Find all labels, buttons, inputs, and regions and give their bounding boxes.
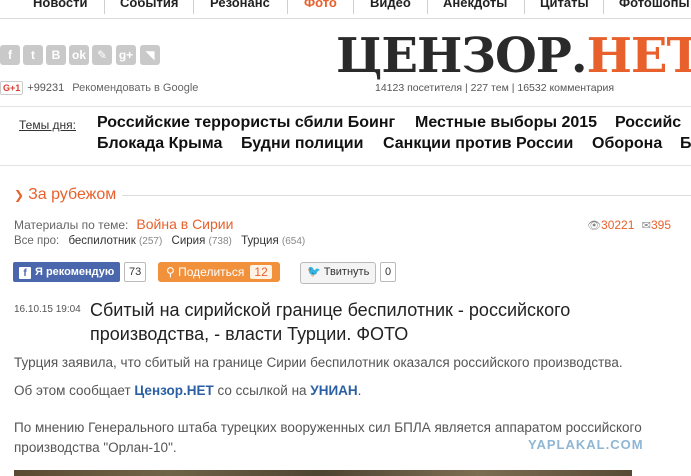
topic-link[interactable]: Российские террористы сбили Боинг	[97, 114, 395, 132]
nav-item-jokes[interactable]: Анекдоты	[443, 0, 507, 10]
tag-link[interactable]: Сирия (738)	[172, 235, 232, 247]
tweet-button[interactable]: 🐦 Твитнуть	[300, 262, 377, 284]
section-title-text: За рубежом	[28, 186, 117, 203]
topic-link[interactable]: Российс	[615, 114, 681, 132]
logo-dot: .	[570, 28, 588, 84]
article-photo	[14, 470, 632, 476]
article-source: Об этом сообщает Цензор.НЕТ со ссылкой н…	[14, 383, 362, 398]
google-plus-recommend-link[interactable]: Рекомендовать в Google	[72, 82, 198, 94]
rss-icon[interactable]: ◥	[140, 45, 160, 65]
section-title[interactable]: ❯ За рубежом	[12, 186, 123, 204]
article-headline: Сбитый на сирийской границе беспилотник …	[90, 300, 571, 344]
comments-count[interactable]: 395	[651, 218, 671, 232]
nav-separator	[193, 0, 194, 14]
odnoklassniki-share-button[interactable]: ⚲ Поделиться 12	[158, 262, 280, 282]
facebook-count: 73	[124, 262, 147, 282]
nav-separator	[427, 0, 428, 14]
tag-link[interactable]: беспилотник (257)	[68, 235, 162, 247]
odnoklassniki-icon[interactable]: ok	[69, 45, 89, 65]
twitter-icon: 🐦	[307, 266, 321, 278]
related-materials: Материалы по теме: Война в Сирии	[14, 216, 233, 232]
facebook-recommend-button[interactable]: fЯ рекомендую	[13, 262, 121, 282]
nav-item-photo[interactable]: Фото	[304, 0, 337, 10]
eye-icon: 👁	[587, 220, 602, 232]
vkontakte-icon[interactable]: B	[46, 45, 66, 65]
nav-item-quotes[interactable]: Цитаты	[540, 0, 589, 10]
nav-separator	[603, 0, 604, 14]
article-lead: Турция заявила, что сбитый на границе Си…	[14, 355, 623, 370]
nav-item-video[interactable]: Видео	[370, 0, 411, 10]
tweet-count: 0	[380, 262, 397, 282]
topics-label: Темы дня:	[19, 118, 76, 132]
views-count: 30221	[601, 218, 635, 232]
nav-separator	[524, 0, 525, 14]
watermark: YAPLAKAL.COM	[528, 437, 644, 452]
facebook-icon: f	[19, 267, 31, 279]
nav-item-events[interactable]: События	[120, 0, 178, 10]
topic-link[interactable]: Местные выборы 2015	[415, 114, 597, 132]
topic-link[interactable]: Оборона	[592, 135, 662, 153]
article-counters: 👁30221 ✉395	[587, 218, 671, 232]
chevron-right-icon: ❯	[14, 188, 25, 202]
tag-list: Все про: беспилотник (257) Сирия (738) Т…	[14, 235, 305, 247]
topic-link[interactable]: Будни полиции	[241, 135, 363, 153]
topics-of-day-bar: Темы дня: Российские террористы сбили Бо…	[0, 106, 691, 166]
odnoklassniki-icon: ⚲	[166, 265, 175, 279]
nav-separator	[104, 0, 105, 14]
related-materials-label: Материалы по теме:	[14, 218, 129, 232]
related-materials-link[interactable]: Война в Сирии	[136, 216, 233, 232]
nav-separator	[353, 0, 354, 14]
topic-link[interactable]: Блокада Крыма	[97, 135, 222, 153]
source-link-censor[interactable]: Цензор.НЕТ	[134, 383, 213, 398]
odnoklassniki-count: 12	[250, 265, 272, 279]
source-link-unian[interactable]: УНИАН	[310, 383, 357, 398]
google-plus-recommend: G+1 +99231 Рекомендовать в Google	[0, 81, 198, 95]
site-logo[interactable]: ЦЕНЗОР.НЕТ	[336, 28, 691, 84]
article-date: 16.10.15 19:04	[14, 304, 81, 315]
topic-link[interactable]: Б	[680, 135, 691, 153]
facebook-icon[interactable]: f	[0, 45, 20, 65]
logo-part-censor: ЦЕНЗОР	[336, 28, 572, 84]
topic-link[interactable]: Санкции против России	[383, 135, 573, 153]
nav-item-resonance[interactable]: Резонанс	[210, 0, 270, 10]
twitter-icon[interactable]: t	[23, 45, 43, 65]
top-navigation: Новости События Резонанс Фото Видео Анек…	[0, 0, 691, 19]
logo-part-net: НЕТ	[586, 28, 691, 84]
nav-item-photoshops[interactable]: Фотошопы	[619, 0, 690, 10]
livejournal-icon[interactable]: ✎	[92, 45, 112, 65]
nav-item-news[interactable]: Новости	[33, 0, 88, 10]
google-plus-one-button[interactable]: G+1	[0, 81, 24, 95]
google-plus-icon[interactable]: g+	[116, 45, 136, 65]
comment-icon: ✉	[641, 220, 651, 232]
google-plus-count: +99231	[27, 82, 65, 94]
nav-separator	[287, 0, 288, 14]
site-stats: 14123 посетителя | 227 тем | 16532 комме…	[375, 82, 615, 94]
tag-list-label: Все про:	[14, 235, 60, 247]
tag-link[interactable]: Турция (654)	[241, 235, 305, 247]
